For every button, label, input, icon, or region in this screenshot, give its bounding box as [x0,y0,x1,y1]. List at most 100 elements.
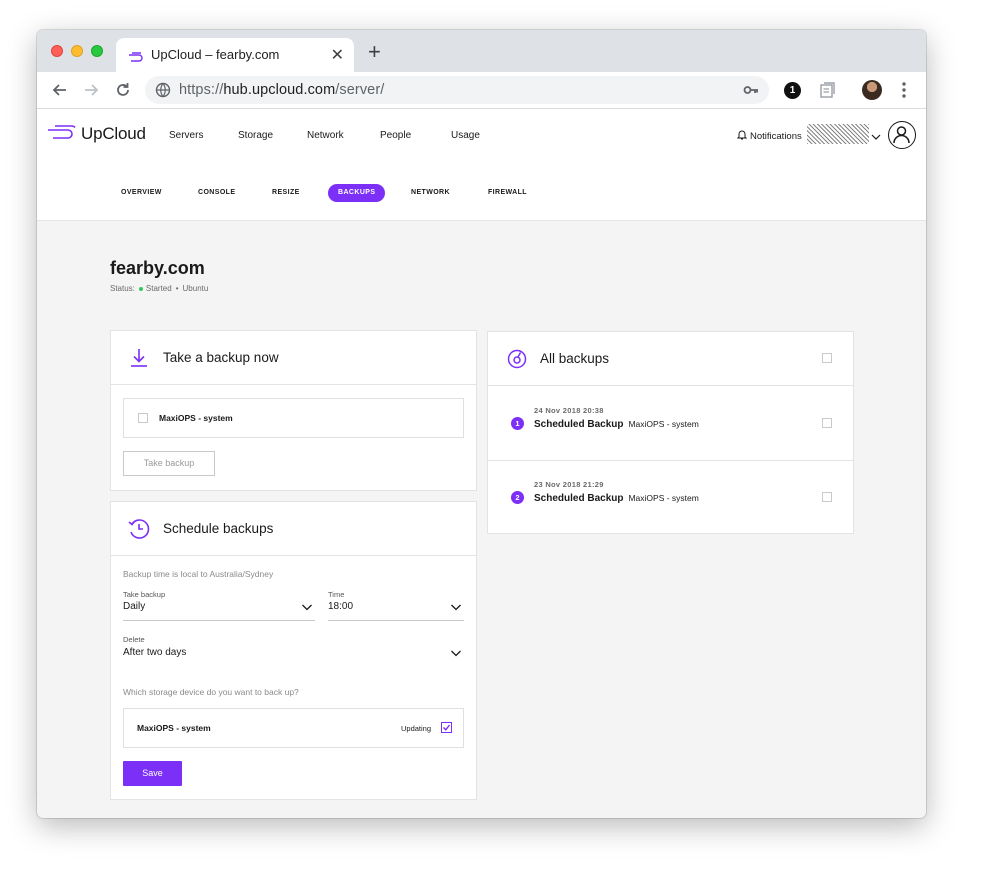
timezone-hint: Backup time is local to Australia/Sydney [123,569,274,579]
storage-checkbox[interactable] [138,413,148,423]
time-select[interactable]: 18:00 [328,601,464,621]
more-menu-icon[interactable] [901,80,907,105]
schedule-clock-icon [128,518,150,545]
upcloud-logo[interactable]: UpCloud [47,124,146,144]
url-host: hub.upcloud.com [223,82,336,98]
nav-network[interactable]: Network [307,130,344,141]
tab-resize[interactable]: RESIZE [272,184,300,202]
time-value: 18:00 [328,601,354,612]
extension-badge-icon[interactable]: 1 [784,82,801,99]
backup-storage: MaxiOPS - system [628,493,699,503]
url-path: /server/ [335,82,385,98]
chevron-down-icon [450,602,462,615]
schedule-storage-name: MaxiOPS - system [137,723,211,733]
logo-text: UpCloud [81,124,146,143]
tab-firewall[interactable]: FIREWALL [488,184,527,202]
save-button[interactable]: Save [123,761,182,786]
frequency-value: Daily [123,601,146,612]
storage-label: MaxiOPS - system [159,413,233,423]
take-backup-button[interactable]: Take backup [123,451,215,476]
user-account-icon[interactable] [888,121,916,149]
status-indicator [138,286,143,291]
key-icon[interactable] [743,83,759,102]
chevron-down-icon [450,648,462,661]
nav-people[interactable]: People [380,130,411,141]
globe-icon [155,82,171,103]
redacted-username [807,124,869,144]
backup-checkbox[interactable] [822,418,832,428]
url-scheme: https:// [179,82,224,98]
status-separator: • [175,284,179,293]
time-label: Time [328,590,345,599]
backup-type: Scheduled Backup [534,493,624,504]
chevron-down-icon[interactable] [870,129,882,147]
backup-date: 23 Nov 2018 21:29 [534,480,604,489]
frequency-select[interactable]: Daily [123,601,315,621]
upcloud-favicon-icon [128,49,144,67]
download-icon [129,348,149,373]
maximize-window-button[interactable] [91,45,103,57]
tab-strip: UpCloud – fearby.com ✕ + [37,30,926,72]
nav-usage[interactable]: Usage [451,130,480,141]
backup-type: Scheduled Backup [534,419,624,430]
backup-index-badge: 2 [511,491,524,504]
list-item[interactable]: 1 24 Nov 2018 20:38 Scheduled Backup Maxi… [488,387,853,461]
tab-backups[interactable]: BACKUPS [328,184,386,202]
tab-close-icon[interactable]: ✕ [331,45,344,65]
profile-avatar[interactable] [862,80,882,100]
notifications-label: Notifications [750,130,802,142]
server-status: Status: Started • Ubuntu [110,284,208,293]
backup-title: Scheduled Backup MaxiOPS - system [534,493,699,504]
nav-storage[interactable]: Storage [238,130,273,141]
tab-overview[interactable]: OVERVIEW [121,184,162,202]
storage-option[interactable]: MaxiOPS - system [123,398,464,438]
reload-icon[interactable] [113,80,133,100]
bell-icon [736,129,748,143]
delete-value: After two days [123,647,187,658]
close-window-button[interactable] [51,45,63,57]
backup-disk-icon [507,349,527,374]
take-backup-header: Take a backup now [111,331,476,385]
schedule-backups-card: Schedule backups Backup time is local to… [110,501,477,800]
tab-console[interactable]: CONSOLE [198,184,235,202]
take-backup-title: Take a backup now [163,350,279,365]
browser-toolbar: https://hub.upcloud.com/server/ 1 [37,72,926,109]
minimize-window-button[interactable] [71,45,83,57]
frequency-label: Take backup [123,590,166,599]
backup-date: 24 Nov 2018 20:38 [534,406,604,415]
new-tab-button[interactable]: + [368,39,381,65]
schedule-storage-row: MaxiOPS - system Updating [123,708,464,748]
schedule-title: Schedule backups [163,521,274,536]
backup-title: Scheduled Backup MaxiOPS - system [534,419,699,430]
server-os: Ubuntu [182,284,209,293]
delete-select[interactable]: After two days [123,647,464,667]
address-bar[interactable]: https://hub.upcloud.com/server/ [145,76,769,104]
storage-question: Which storage device do you want to back… [123,687,299,697]
notifications-button[interactable]: Notifications [736,129,802,143]
nav-servers[interactable]: Servers [169,130,203,141]
url-text: https://hub.upcloud.com/server/ [179,82,384,98]
browser-tab[interactable]: UpCloud – fearby.com ✕ [116,38,354,72]
storage-checkbox-checked[interactable] [441,722,452,733]
back-arrow-icon[interactable] [50,80,70,100]
status-label: Status: [110,284,135,293]
extension-icon[interactable] [818,81,836,104]
take-backup-card: Take a backup now MaxiOPS - system Take … [110,330,477,491]
schedule-header: Schedule backups [111,502,476,556]
backup-storage: MaxiOPS - system [628,419,699,429]
all-backups-card: All backups 1 24 Nov 2018 20:38 Schedule… [487,331,854,534]
status-value: Started [145,284,172,293]
backup-index-badge: 1 [511,417,524,430]
forward-arrow-icon[interactable] [81,80,101,100]
all-backups-title: All backups [540,351,610,366]
chevron-down-icon [301,602,313,615]
select-all-checkbox[interactable] [822,353,832,363]
page-title: fearby.com [110,258,205,278]
tab-network[interactable]: NETWORK [411,184,450,202]
storage-status: Updating [401,724,432,733]
tab-title: UpCloud – fearby.com [151,47,280,62]
list-item[interactable]: 2 23 Nov 2018 21:29 Scheduled Backup Maxi… [488,461,853,535]
all-backups-header: All backups [488,332,853,386]
delete-label: Delete [123,635,145,644]
backup-checkbox[interactable] [822,492,832,502]
